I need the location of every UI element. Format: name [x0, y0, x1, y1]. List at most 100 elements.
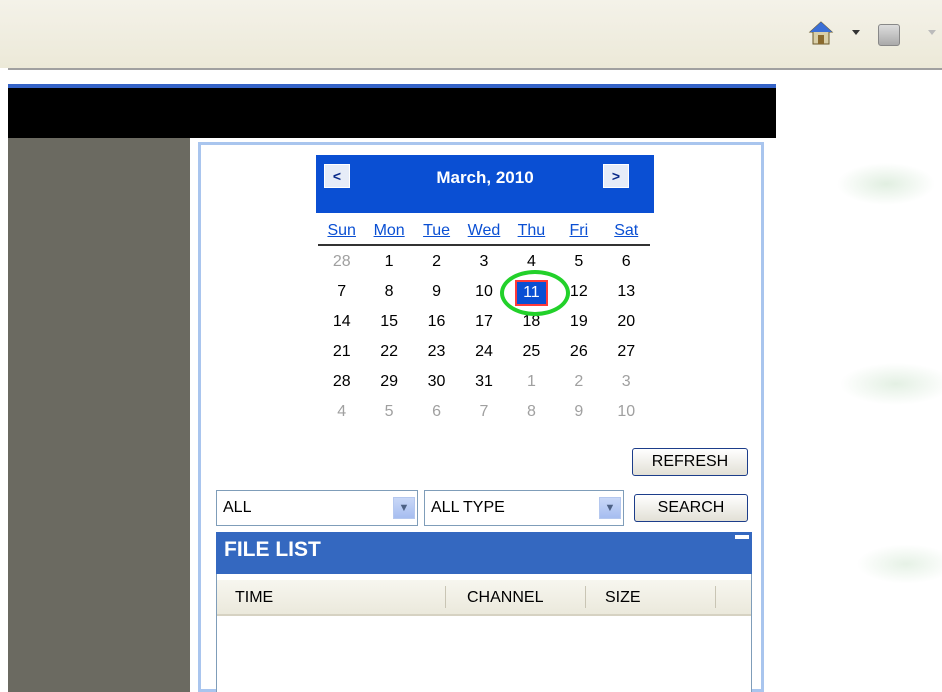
calendar-day[interactable]: 5: [555, 248, 602, 278]
calendar-day[interactable]: 17: [460, 308, 507, 338]
home-icon[interactable]: [808, 20, 834, 46]
page-background: [776, 84, 942, 692]
calendar-day[interactable]: 14: [318, 308, 365, 338]
calendar-day[interactable]: 21: [318, 338, 365, 368]
calendar-day[interactable]: 3: [460, 248, 507, 278]
weekday-label: Sun: [327, 222, 356, 239]
calendar-day-number: 7: [479, 403, 489, 420]
column-header-size[interactable]: SIZE: [605, 580, 641, 614]
calendar-day[interactable]: 24: [460, 338, 507, 368]
calendar-day[interactable]: 16: [413, 308, 460, 338]
calendar-day-number: 17: [475, 313, 493, 330]
calendar-day[interactable]: 9: [413, 278, 460, 308]
calendar-day[interactable]: 8: [508, 398, 555, 428]
calendar-day[interactable]: 1: [365, 248, 412, 278]
calendar-day-number: 14: [332, 313, 351, 330]
calendar-day-number: 4: [526, 253, 536, 270]
next-month-button[interactable]: >: [603, 164, 629, 188]
calendar-day-number: 24: [475, 343, 493, 360]
toolbar-gap: [8, 70, 942, 82]
calendar-day[interactable]: 3: [603, 368, 650, 398]
calendar-day[interactable]: 31: [460, 368, 507, 398]
calendar-day[interactable]: 5: [365, 398, 412, 428]
calendar-month-title: March, 2010: [436, 168, 534, 187]
calendar-day-number: 2: [432, 253, 441, 270]
calendar-day[interactable]: 2: [555, 368, 602, 398]
calendar-day-number: 15: [380, 313, 399, 330]
calendar-day-number: 1: [384, 253, 394, 270]
calendar-day[interactable]: 29: [365, 368, 412, 398]
calendar-day-number: 20: [617, 313, 636, 330]
calendar-day-grid: 28 1 2 3 4 5 6 7 8 9 10 11 12 13 14 15 16 17 18 19 20 21 22 23 2…: [318, 248, 650, 428]
calendar-day[interactable]: 28: [318, 248, 365, 278]
previous-month-button[interactable]: <: [324, 164, 350, 188]
calendar-day[interactable]: 7: [460, 398, 507, 428]
left-sidebar: [8, 138, 190, 692]
calendar-day[interactable]: 13: [603, 278, 650, 308]
calendar-day[interactable]: 28: [318, 368, 365, 398]
calendar-day-number: 29: [380, 373, 399, 390]
calendar-day[interactable]: 4: [508, 248, 555, 278]
column-header-channel[interactable]: CHANNEL: [467, 580, 543, 614]
calendar-day[interactable]: 1: [508, 368, 555, 398]
column-divider[interactable]: [715, 586, 716, 608]
calendar-week-row: 14 15 16 17 18 19 20: [318, 308, 650, 338]
calendar-day[interactable]: 23: [413, 338, 460, 368]
calendar-day-number: 1: [526, 373, 536, 390]
minimize-icon[interactable]: [735, 535, 749, 539]
calendar-day[interactable]: 27: [603, 338, 650, 368]
chevron-down-icon[interactable]: ▼: [599, 497, 621, 519]
refresh-button[interactable]: REFRESH: [632, 448, 748, 476]
type-select[interactable]: ALL TYPE ▼: [424, 490, 624, 526]
calendar-day[interactable]: 26: [555, 338, 602, 368]
calendar-day[interactable]: 6: [603, 248, 650, 278]
type-select-value: ALL TYPE: [431, 499, 505, 516]
search-button[interactable]: SEARCH: [634, 494, 748, 522]
feed-dropdown-icon[interactable]: [928, 30, 936, 35]
calendar-day[interactable]: 22: [365, 338, 412, 368]
calendar-day[interactable]: 7: [318, 278, 365, 308]
calendar-day[interactable]: 12: [555, 278, 602, 308]
weekday-label: Tue: [423, 222, 451, 239]
calendar-day-number: 3: [621, 373, 631, 390]
calendar-day[interactable]: 10: [460, 278, 507, 308]
calendar-day[interactable]: 15: [365, 308, 412, 338]
calendar-day[interactable]: 8: [365, 278, 412, 308]
calendar-day-number: 9: [574, 403, 584, 420]
calendar-day[interactable]: 30: [413, 368, 460, 398]
calendar-day-number: 7: [337, 283, 347, 300]
calendar-day-number: 27: [617, 343, 636, 360]
weekday-label: Fri: [569, 222, 589, 239]
column-header-time[interactable]: TIME: [235, 580, 273, 614]
calendar-week-row: 21 22 23 24 25 26 27: [318, 338, 650, 368]
calendar-day-number: 12: [569, 283, 588, 300]
home-dropdown-icon[interactable]: [852, 30, 860, 35]
calendar-day-number: 21: [332, 343, 351, 360]
calendar-day-number: 28: [332, 253, 351, 270]
calendar-day[interactable]: 6: [413, 398, 460, 428]
calendar-day[interactable]: 10: [603, 398, 650, 428]
column-divider[interactable]: [445, 586, 446, 608]
calendar-day-number: 3: [479, 253, 489, 270]
calendar-day[interactable]: 20: [603, 308, 650, 338]
calendar-day-number: 26: [569, 343, 588, 360]
weekday-label: Thu: [517, 222, 546, 239]
calendar-day[interactable]: 18: [508, 308, 555, 338]
calendar-day[interactable]: 9: [555, 398, 602, 428]
feed-icon[interactable]: [878, 24, 900, 46]
column-divider[interactable]: [585, 586, 586, 608]
calendar-day-number: 22: [380, 343, 399, 360]
calendar-day-number: 8: [526, 403, 536, 420]
calendar-weekday-header: Sun Mon Tue Wed Thu Fri Sat: [318, 222, 650, 246]
calendar-day[interactable]: 4: [318, 398, 365, 428]
chevron-down-icon[interactable]: ▼: [393, 497, 415, 519]
calendar-day[interactable]: 19: [555, 308, 602, 338]
calendar-day[interactable]: 2: [413, 248, 460, 278]
browser-toolbar: [0, 0, 942, 68]
calendar-day-number: 19: [569, 313, 588, 330]
weekday-label: Wed: [467, 222, 501, 239]
calendar-day-selected[interactable]: 11: [508, 278, 555, 308]
channel-select[interactable]: ALL ▼: [216, 490, 418, 526]
calendar-day[interactable]: 25: [508, 338, 555, 368]
weekday-label: Sat: [614, 222, 639, 239]
